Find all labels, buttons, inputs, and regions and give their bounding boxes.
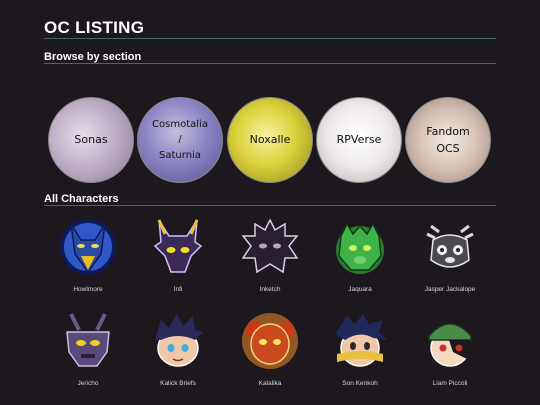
character-liam-piccoli[interactable]: Liam Piccoli <box>415 310 485 387</box>
character-name: Liam Piccoli <box>432 380 468 387</box>
character-name: Son Kenkoh <box>342 380 378 387</box>
character-name: Howlmore <box>73 286 103 293</box>
character-name: Infi <box>173 286 183 293</box>
character-jaquara[interactable]: Jaquara <box>325 216 395 293</box>
character-jericho[interactable]: Jericho <box>53 310 123 387</box>
infi-avatar-icon <box>153 219 203 273</box>
characters-heading: All Characters <box>44 193 119 205</box>
character-name: Kalick Briefs <box>160 380 196 387</box>
character-infi[interactable]: Infi <box>143 216 213 293</box>
section-sonas-label: Sonas <box>74 133 108 147</box>
character-name: Kalalika <box>258 380 282 387</box>
character-kalalika[interactable]: Kalalika <box>235 310 305 387</box>
son-kenkoh-avatar-icon <box>335 314 387 367</box>
browse-divider <box>44 63 496 64</box>
character-kalick-briefs[interactable]: Kalick Briefs <box>143 310 213 387</box>
character-howlmore[interactable]: Howlmore <box>53 216 123 293</box>
section-noxalle-label: Noxalle <box>249 133 291 147</box>
section-rpverse[interactable]: RPVerse <box>316 97 402 183</box>
browse-heading: Browse by section <box>44 51 142 63</box>
character-jasper-jackalope[interactable]: Jasper Jackalope <box>415 216 485 293</box>
character-name: Inketch <box>259 286 281 293</box>
howlmore-avatar-icon <box>60 219 116 275</box>
character-name: Jasper Jackalope <box>424 286 476 293</box>
section-noxalle[interactable]: Noxalle <box>227 97 313 183</box>
kalalika-avatar-icon <box>242 313 298 369</box>
character-name: Jaquara <box>348 286 372 293</box>
section-sonas[interactable]: Sonas <box>48 97 134 183</box>
page-title: OC LISTING <box>44 18 145 37</box>
section-fandom-label: Fandom OCS <box>426 124 470 155</box>
jericho-avatar-icon <box>66 313 110 367</box>
liam-piccoli-avatar-icon <box>428 323 472 367</box>
section-rpverse-label: RPVerse <box>336 133 382 147</box>
kalick-briefs-avatar-icon <box>155 314 203 367</box>
section-fandom-ocs[interactable]: Fandom OCS <box>405 97 491 183</box>
character-inketch[interactable]: Inketch <box>235 216 305 293</box>
jasper-jackalope-avatar-icon <box>426 224 474 268</box>
characters-divider <box>44 205 496 206</box>
section-cosmotalia-label: Cosmotalia / Saturnia <box>152 118 208 161</box>
title-divider <box>44 38 496 39</box>
character-name: Jericho <box>77 380 99 387</box>
section-cosmotalia-saturnia[interactable]: Cosmotalia / Saturnia <box>137 97 223 183</box>
jaquara-avatar-icon <box>336 222 384 274</box>
inketch-avatar-icon <box>241 218 299 274</box>
character-son-kenkoh[interactable]: Son Kenkoh <box>325 310 395 387</box>
